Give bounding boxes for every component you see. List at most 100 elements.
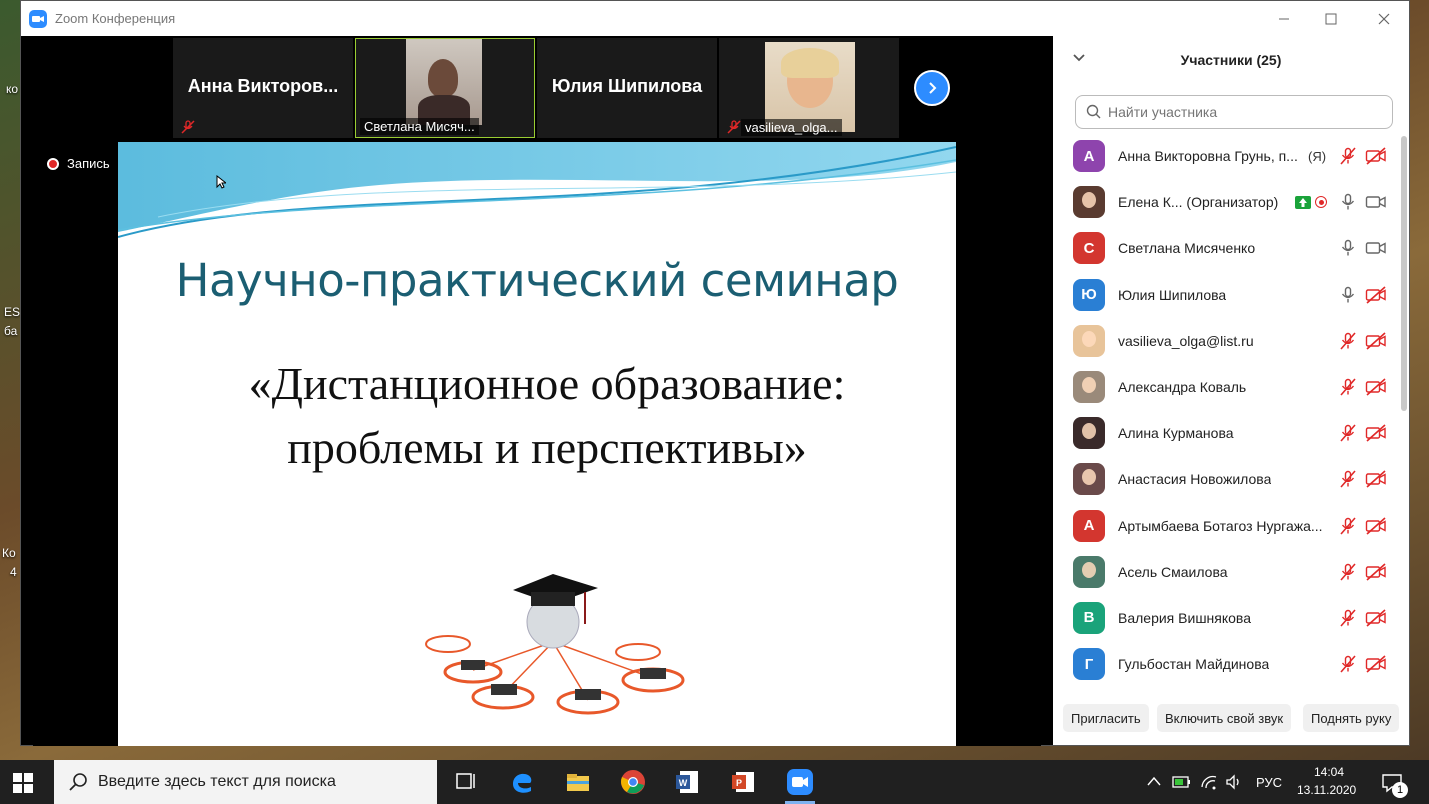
participant-row[interactable]: Алина Курманова xyxy=(1053,410,1409,456)
participant-name: Анастасия Новожилова xyxy=(1118,471,1272,488)
participant-row[interactable]: Анастасия Новожилова xyxy=(1053,456,1409,502)
participant-name: Алина Курманова xyxy=(1118,425,1234,442)
mic-icon[interactable] xyxy=(1339,193,1357,211)
participants-panel: Участники (25) А Анна Викторовна Грунь, п… xyxy=(1053,36,1409,745)
avatar xyxy=(1073,463,1105,496)
zoom-app-icon[interactable] xyxy=(786,768,814,796)
video-off-icon[interactable] xyxy=(1365,147,1387,165)
mic-muted-icon[interactable] xyxy=(1339,378,1357,396)
video-off-icon[interactable] xyxy=(1365,424,1387,442)
participant-row[interactable]: В Валерия Вишнякова xyxy=(1053,595,1409,641)
participant-name: Елена К... (Организатор) xyxy=(1118,194,1279,211)
title-bar[interactable]: Zoom Конференция xyxy=(21,1,1409,36)
participant-name: Светлана Мисяченко xyxy=(1118,240,1256,257)
participant-row[interactable]: vasilieva_olga@list.ru xyxy=(1053,318,1409,364)
participant-search[interactable] xyxy=(1075,95,1393,129)
slide-subtitle: «Дистанционное образование: проблемы и п… xyxy=(178,352,916,480)
video-off-icon[interactable] xyxy=(1365,378,1387,396)
slide-subtitle-line: проблемы и перспективы» xyxy=(287,422,807,473)
mic-muted-icon xyxy=(727,120,741,134)
zoom-window: Zoom Конференция Анна Викторов... Светла… xyxy=(20,0,1410,746)
participant-row[interactable]: А Артымбаева Ботагоз Нургажа... xyxy=(1053,503,1409,549)
chevron-down-icon[interactable] xyxy=(1073,54,1085,62)
taskbar-search-text: Введите здесь текст для поиска xyxy=(98,773,336,790)
raise-hand-button[interactable]: Поднять руку xyxy=(1303,704,1400,732)
edge-browser-icon[interactable] xyxy=(508,768,536,796)
participant-name: Анна Викторов... xyxy=(187,76,339,96)
volume-icon[interactable] xyxy=(1225,773,1243,791)
mic-muted-icon[interactable] xyxy=(1339,655,1357,673)
language-indicator[interactable]: РУС xyxy=(1256,775,1282,790)
video-off-icon[interactable] xyxy=(1365,286,1387,304)
chevron-up-icon[interactable] xyxy=(1147,776,1161,786)
slide-subtitle-line: «Дистанционное образование: xyxy=(248,358,846,409)
windows-start-icon[interactable] xyxy=(12,772,34,794)
video-off-icon[interactable] xyxy=(1365,609,1387,627)
clock-time[interactable]: 14:04 xyxy=(1314,765,1344,779)
recording-icon xyxy=(1315,196,1327,209)
zoom-logo-icon xyxy=(29,9,47,28)
scrollbar[interactable] xyxy=(1401,136,1407,411)
mic-muted-icon[interactable] xyxy=(1339,147,1357,165)
file-explorer-icon[interactable] xyxy=(564,768,592,796)
battery-icon[interactable] xyxy=(1172,774,1192,790)
desktop-icon-label: ба xyxy=(4,324,18,338)
mic-muted-icon[interactable] xyxy=(1339,517,1357,535)
wifi-icon[interactable] xyxy=(1200,773,1218,791)
participant-row[interactable]: Александра Коваль xyxy=(1053,364,1409,410)
video-off-icon[interactable] xyxy=(1365,655,1387,673)
desktop-icon-label: Ко xyxy=(2,546,16,560)
video-icon[interactable] xyxy=(1365,239,1387,257)
unmute-button[interactable]: Включить свой звук xyxy=(1157,704,1292,732)
participant-row[interactable]: Асель Смаилова xyxy=(1053,549,1409,595)
mic-icon[interactable] xyxy=(1339,239,1357,257)
video-off-icon[interactable] xyxy=(1365,332,1387,350)
shared-slide: Научно-практический семинар «Дистанционн… xyxy=(118,142,956,746)
video-tile[interactable]: vasilieva_olga... xyxy=(719,38,899,138)
participant-row[interactable]: Г Гульбостан Майдинова xyxy=(1053,641,1409,687)
minimize-button[interactable] xyxy=(1259,1,1309,36)
search-input[interactable] xyxy=(1108,104,1378,120)
participant-row[interactable]: Елена К... (Организатор) xyxy=(1053,179,1409,225)
taskbar-search[interactable]: Введите здесь текст для поиска xyxy=(54,760,437,804)
mic-muted-icon[interactable] xyxy=(1339,609,1357,627)
mic-muted-icon[interactable] xyxy=(1339,424,1357,442)
participant-row[interactable]: А Анна Викторовна Грунь, п... (Я) xyxy=(1053,133,1409,179)
video-off-icon[interactable] xyxy=(1365,470,1387,489)
maximize-button[interactable] xyxy=(1306,1,1356,36)
mic-muted-icon[interactable] xyxy=(1339,470,1357,488)
slide-title: Научно-практический семинар xyxy=(175,254,899,307)
mic-icon[interactable] xyxy=(1339,286,1357,304)
screen-share-area: Запись Научно-практический семинар «Дист… xyxy=(33,142,1041,746)
chrome-browser-icon[interactable] xyxy=(619,768,647,796)
participants-title: Участники (25) xyxy=(1180,52,1282,68)
participant-row[interactable]: Ю Юлия Шипилова xyxy=(1053,272,1409,318)
avatar xyxy=(1073,186,1105,219)
video-off-icon[interactable] xyxy=(1365,563,1387,581)
participant-row[interactable]: С Светлана Мисяченко xyxy=(1053,225,1409,271)
desktop-icon-label: 4 xyxy=(10,565,17,579)
desktop-icon-label: ES xyxy=(4,305,21,319)
powerpoint-app-icon[interactable]: P xyxy=(730,768,758,796)
video-off-icon[interactable] xyxy=(1365,516,1387,535)
next-page-button[interactable] xyxy=(914,70,950,106)
video-tile[interactable]: Анна Викторов... xyxy=(173,38,353,138)
recording-indicator[interactable]: Запись xyxy=(47,156,110,171)
clock-date[interactable]: 13.11.2020 xyxy=(1297,783,1356,797)
invite-button[interactable]: Пригласить xyxy=(1063,704,1149,732)
task-view-icon[interactable] xyxy=(452,768,480,796)
panel-footer: Пригласить Включить свой звук Поднять ру… xyxy=(1053,704,1409,736)
video-tile[interactable]: Юлия Шипилова xyxy=(537,38,717,138)
mic-muted-icon[interactable] xyxy=(1339,332,1357,350)
recording-label: Запись xyxy=(67,156,110,171)
video-tile-active[interactable]: Светлана Мисяч... xyxy=(355,38,535,138)
participant-list: А Анна Викторовна Грунь, п... (Я) Елена К..… xyxy=(1053,133,1409,687)
desktop-icon-label: ко xyxy=(6,82,19,96)
participants-header: Участники (25) xyxy=(1053,36,1409,84)
mic-muted-icon[interactable] xyxy=(1339,563,1357,581)
word-app-icon[interactable]: W xyxy=(674,768,702,796)
participant-name: Валерия Вишнякова xyxy=(1118,609,1251,626)
close-button[interactable] xyxy=(1359,1,1409,36)
video-icon[interactable] xyxy=(1365,193,1387,211)
svg-text:W: W xyxy=(679,778,688,788)
